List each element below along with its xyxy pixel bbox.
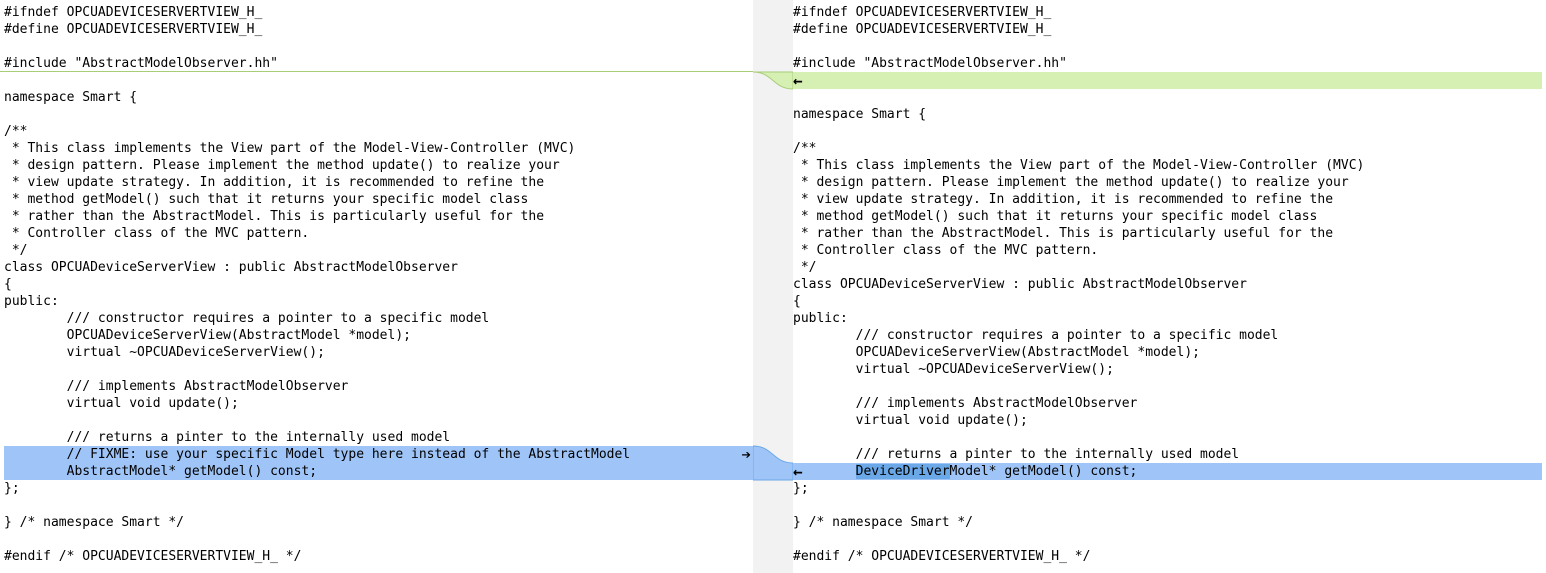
code-line[interactable]: [4, 72, 753, 89]
code-line[interactable]: OPCUADeviceServerView(AbstractModel *mod…: [793, 344, 1542, 361]
code-line[interactable]: */: [4, 242, 753, 259]
code-line[interactable]: public:: [793, 310, 1542, 327]
code-line[interactable]: [793, 72, 1542, 89]
code-line[interactable]: * design pattern. Please implement the m…: [793, 174, 1542, 191]
code-line[interactable]: * Controller class of the MVC pattern.: [793, 242, 1542, 259]
code-line[interactable]: * This class implements the View part of…: [793, 157, 1542, 174]
code-line[interactable]: */: [793, 259, 1542, 276]
code-line[interactable]: [4, 497, 753, 514]
code-line[interactable]: // FIXME: use your specific Model type h…: [4, 446, 753, 463]
left-panel[interactable]: #ifndef OPCUADEVICESERVERTVIEW_H_#define…: [0, 0, 753, 573]
code-line[interactable]: /**: [793, 140, 1542, 157]
code-line[interactable]: [793, 123, 1542, 140]
code-line[interactable]: [793, 378, 1542, 395]
code-line[interactable]: };: [793, 480, 1542, 497]
code-line[interactable]: class OPCUADeviceServerView : public Abs…: [793, 276, 1542, 293]
code-line[interactable]: /// implements AbstractModelObserver: [4, 378, 753, 395]
connector-modified: [753, 0, 793, 573]
code-line[interactable]: #define OPCUADEVICESERVERTVIEW_H_: [4, 21, 753, 38]
code-line[interactable]: {: [4, 276, 753, 293]
code-line[interactable]: #include "AbstractModelObserver.hh": [793, 55, 1542, 72]
code-line[interactable]: * rather than the AbstractModel. This is…: [793, 225, 1542, 242]
code-line[interactable]: class OPCUADeviceServerView : public Abs…: [4, 259, 753, 276]
code-line[interactable]: virtual ~OPCUADeviceServerView();: [4, 344, 753, 361]
code-line[interactable]: } /* namespace Smart */: [793, 514, 1542, 531]
code-line[interactable]: #ifndef OPCUADEVICESERVERTVIEW_H_: [793, 4, 1542, 21]
code-line[interactable]: {: [793, 293, 1542, 310]
code-line[interactable]: * view update strategy. In addition, it …: [4, 174, 753, 191]
code-line[interactable]: #ifndef OPCUADEVICESERVERTVIEW_H_: [4, 4, 753, 21]
code-line[interactable]: * method getModel() such that it returns…: [793, 208, 1542, 225]
code-line[interactable]: [793, 38, 1542, 55]
code-line[interactable]: DeviceDriverModel* getModel() const;: [793, 463, 1542, 480]
code-line[interactable]: #define OPCUADEVICESERVERTVIEW_H_: [793, 21, 1542, 38]
code-line[interactable]: virtual void update();: [4, 395, 753, 412]
code-line[interactable]: public:: [4, 293, 753, 310]
code-line[interactable]: virtual void update();: [793, 412, 1542, 429]
code-line[interactable]: /// constructor requires a pointer to a …: [793, 327, 1542, 344]
code-line[interactable]: [4, 361, 753, 378]
diff-view: #ifndef OPCUADEVICESERVERTVIEW_H_#define…: [0, 0, 1546, 573]
code-line[interactable]: [4, 531, 753, 548]
code-line[interactable]: /// returns a pinter to the internally u…: [4, 429, 753, 446]
code-line[interactable]: * design pattern. Please implement the m…: [4, 157, 753, 174]
center-gutter: [753, 0, 793, 573]
code-line[interactable]: /// implements AbstractModelObserver: [793, 395, 1542, 412]
code-line[interactable]: #endif /* OPCUADEVICESERVERTVIEW_H_ */: [4, 548, 753, 565]
code-line[interactable]: * Controller class of the MVC pattern.: [4, 225, 753, 242]
insertion-seam: [0, 71, 753, 72]
code-line[interactable]: /// returns a pinter to the internally u…: [793, 446, 1542, 463]
code-line[interactable]: #endif /* OPCUADEVICESERVERTVIEW_H_ */: [793, 548, 1542, 565]
code-line[interactable]: [793, 89, 1542, 106]
code-line[interactable]: [793, 531, 1542, 548]
code-line[interactable]: virtual ~OPCUADeviceServerView();: [793, 361, 1542, 378]
code-line[interactable]: * rather than the AbstractModel. This is…: [4, 208, 753, 225]
code-line[interactable]: * method getModel() such that it returns…: [4, 191, 753, 208]
code-line[interactable]: [4, 412, 753, 429]
right-panel[interactable]: #ifndef OPCUADEVICESERVERTVIEW_H_#define…: [793, 0, 1546, 573]
code-line[interactable]: * view update strategy. In addition, it …: [793, 191, 1542, 208]
code-line[interactable]: } /* namespace Smart */: [4, 514, 753, 531]
code-line[interactable]: /// constructor requires a pointer to a …: [4, 310, 753, 327]
code-line[interactable]: AbstractModel* getModel() const;: [4, 463, 753, 480]
code-line[interactable]: [4, 106, 753, 123]
code-line[interactable]: [793, 429, 1542, 446]
code-line[interactable]: namespace Smart {: [4, 89, 753, 106]
code-line[interactable]: * This class implements the View part of…: [4, 140, 753, 157]
code-line[interactable]: namespace Smart {: [793, 106, 1542, 123]
code-line[interactable]: [4, 38, 753, 55]
code-line[interactable]: };: [4, 480, 753, 497]
code-line[interactable]: /**: [4, 123, 753, 140]
code-line[interactable]: #include "AbstractModelObserver.hh": [4, 55, 753, 72]
code-line[interactable]: OPCUADeviceServerView(AbstractModel *mod…: [4, 327, 753, 344]
code-line[interactable]: [793, 497, 1542, 514]
